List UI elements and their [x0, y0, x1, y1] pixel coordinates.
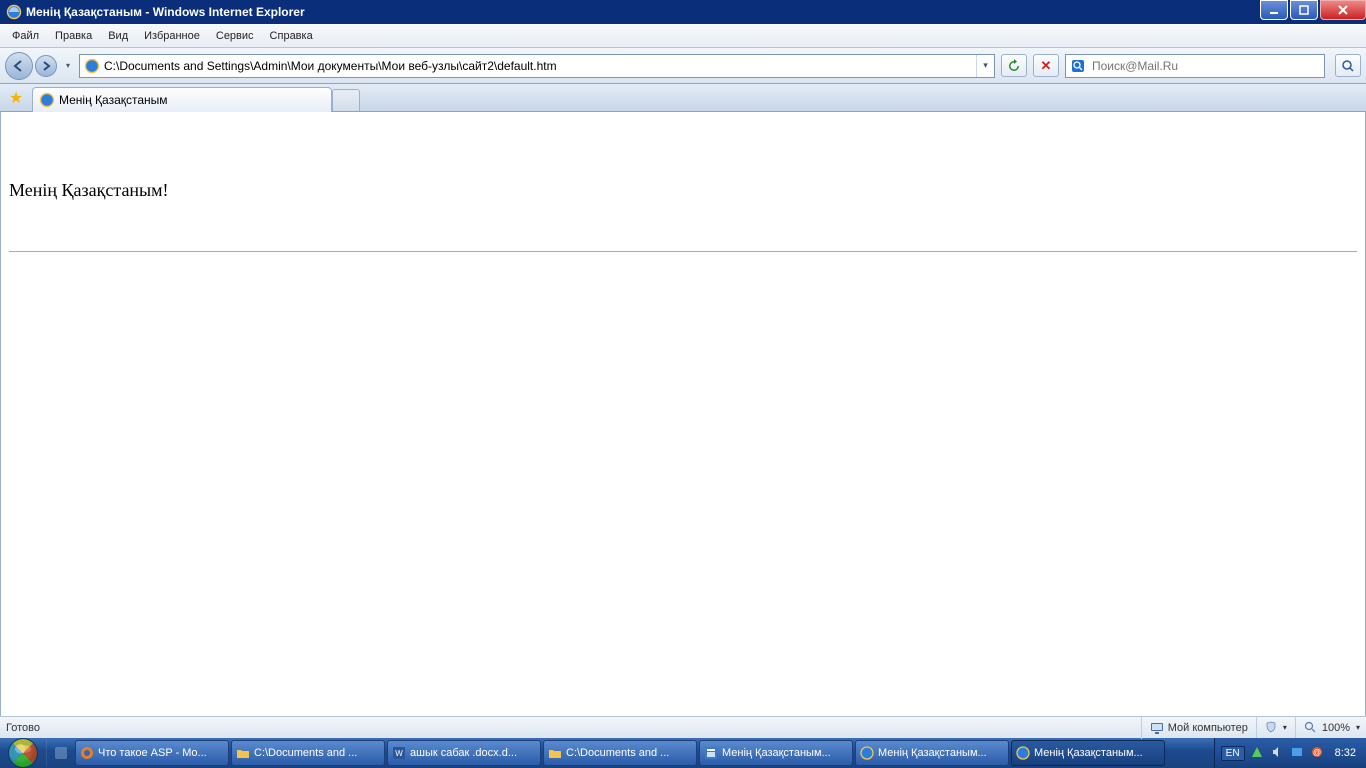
quick-launch[interactable] [46, 740, 74, 766]
system-tray: EN @ 8:32 [1214, 738, 1366, 768]
menu-tools[interactable]: Сервис [208, 28, 262, 44]
close-button[interactable] [1320, 0, 1366, 20]
favorites-button[interactable]: ★ [4, 86, 28, 110]
recent-pages-dropdown[interactable]: ▾ [63, 56, 73, 76]
minimize-button[interactable] [1260, 0, 1288, 20]
taskbar-item[interactable]: W ашык сабак .docx.d... [387, 740, 541, 766]
page-viewport: Менің Қазақстаным! [0, 112, 1366, 716]
start-button[interactable] [0, 738, 46, 768]
new-tab-button[interactable] [332, 89, 360, 111]
page-heading: Менің Қазақстаным! [9, 180, 1357, 201]
forward-button[interactable] [35, 55, 57, 77]
menu-view[interactable]: Вид [100, 28, 136, 44]
tray-icon[interactable] [1251, 746, 1265, 760]
address-dropdown[interactable]: ▾ [976, 55, 994, 77]
folder-icon [236, 746, 250, 760]
zoom-value: 100% [1322, 722, 1350, 734]
taskbar-item[interactable]: C:\Documents and ... [543, 740, 697, 766]
taskbar-item-label: Менің Қазақстаным... [1034, 747, 1160, 759]
navigation-bar: ▾ ▾ ✕ [0, 48, 1366, 84]
window-title: Менің Қазақстаным - Windows Internet Exp… [26, 5, 305, 19]
menu-favorites[interactable]: Избранное [136, 28, 208, 44]
page-icon [84, 58, 100, 74]
firefox-icon [80, 746, 94, 760]
search-button[interactable] [1335, 54, 1361, 77]
menu-help[interactable]: Справка [262, 28, 321, 44]
shield-icon [1265, 721, 1279, 735]
taskbar-item-label: C:\Documents and ... [254, 747, 380, 759]
horizontal-rule [9, 251, 1357, 252]
svg-text:W: W [395, 749, 403, 758]
ie-icon [1016, 746, 1030, 760]
refresh-button[interactable] [1001, 54, 1027, 77]
taskbar-item-label: Менің Қазақстаным... [878, 747, 1004, 759]
taskbar-item[interactable]: Менің Қазақстаным... [855, 740, 1009, 766]
tab-active[interactable]: Менің Қазақстаным [32, 87, 332, 112]
word-icon: W [392, 746, 406, 760]
search-provider-icon[interactable] [1069, 57, 1087, 75]
search-box [1065, 54, 1325, 78]
zoom-icon [1304, 721, 1318, 735]
language-indicator[interactable]: EN [1221, 746, 1245, 761]
maximize-button[interactable] [1290, 0, 1318, 20]
folder-icon [548, 746, 562, 760]
stop-button[interactable]: ✕ [1033, 54, 1059, 77]
taskbar-item[interactable]: Что такое ASP - Mo... [75, 740, 229, 766]
clock[interactable]: 8:32 [1331, 747, 1360, 759]
menu-edit[interactable]: Правка [47, 28, 100, 44]
tab-bar: ★ Менің Қазақстаным [0, 84, 1366, 112]
tray-icon[interactable] [1291, 746, 1305, 760]
ie-icon [6, 4, 22, 20]
security-zone[interactable]: Мой компьютер [1141, 717, 1248, 739]
status-bar: Готово Мой компьютер ▾ 100% ▾ [0, 716, 1366, 738]
taskbar-item-active[interactable]: Менің Қазақстаным... [1011, 740, 1165, 766]
protected-mode[interactable]: ▾ [1256, 717, 1287, 739]
status-text: Готово [6, 722, 40, 734]
svg-text:@: @ [1313, 748, 1321, 757]
window-titlebar: Менің Қазақстаным - Windows Internet Exp… [0, 0, 1366, 24]
computer-icon [1150, 721, 1164, 735]
volume-icon[interactable] [1271, 746, 1285, 760]
address-bar: ▾ [79, 54, 995, 78]
ie-icon [39, 92, 55, 108]
taskbar-item-label: Менің Қазақстаным... [722, 747, 848, 759]
search-input[interactable] [1090, 56, 1324, 76]
zoom-control[interactable]: 100% ▾ [1295, 717, 1360, 739]
frontpage-icon [704, 746, 718, 760]
taskbar-item-label: C:\Documents and ... [566, 747, 692, 759]
taskbar: Что такое ASP - Mo... C:\Documents and .… [0, 738, 1366, 768]
menu-file[interactable]: Файл [4, 28, 47, 44]
back-button[interactable] [5, 52, 33, 80]
taskbar-item[interactable]: C:\Documents and ... [231, 740, 385, 766]
taskbar-item-label: Что такое ASP - Mo... [98, 747, 224, 759]
address-input[interactable] [104, 56, 976, 76]
tray-icon[interactable]: @ [1311, 746, 1325, 760]
window-controls [1258, 0, 1366, 24]
taskbar-item[interactable]: Менің Қазақстаным... [699, 740, 853, 766]
zone-label: Мой компьютер [1168, 722, 1248, 734]
taskbar-item-label: ашык сабак .docx.d... [410, 747, 536, 759]
tab-title: Менің Қазақстаным [59, 93, 168, 107]
menu-bar: Файл Правка Вид Избранное Сервис Справка [0, 24, 1366, 48]
ie-icon [860, 746, 874, 760]
